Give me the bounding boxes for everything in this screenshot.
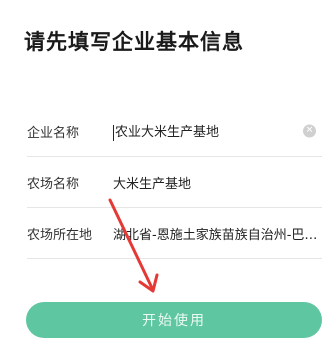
page: 请先填写企业基本信息 企业名称 农业大米生产基地 ✕ 农场名称 大米生产基地 农… <box>0 0 336 352</box>
info-form: 企业名称 农业大米生产基地 ✕ 农场名称 大米生产基地 农场所在地 湖北省-恩施… <box>27 106 322 259</box>
farm-name-row[interactable]: 农场名称 大米生产基地 <box>27 157 322 208</box>
company-name-row[interactable]: 企业名称 农业大米生产基地 ✕ <box>27 106 322 157</box>
company-name-label: 企业名称 <box>27 125 80 141</box>
company-name-value: 农业大米生产基地 <box>115 125 220 141</box>
farm-location-row[interactable]: 农场所在地 湖北省-恩施土家族苗族自治州-巴东… <box>27 208 322 259</box>
farm-name-field[interactable]: 大米生产基地 <box>113 173 322 192</box>
farm-location-label: 农场所在地 <box>27 227 93 243</box>
page-title: 请先填写企业基本信息 <box>24 30 244 54</box>
farm-name-label: 农场名称 <box>27 176 80 192</box>
company-name-field[interactable]: 农业大米生产基地 <box>113 121 322 141</box>
clear-icon[interactable]: ✕ <box>303 124 316 138</box>
start-button[interactable]: 开始使用 <box>26 302 322 338</box>
text-cursor <box>113 124 114 141</box>
farm-location-field[interactable]: 湖北省-恩施土家族苗族自治州-巴东… <box>113 224 322 243</box>
